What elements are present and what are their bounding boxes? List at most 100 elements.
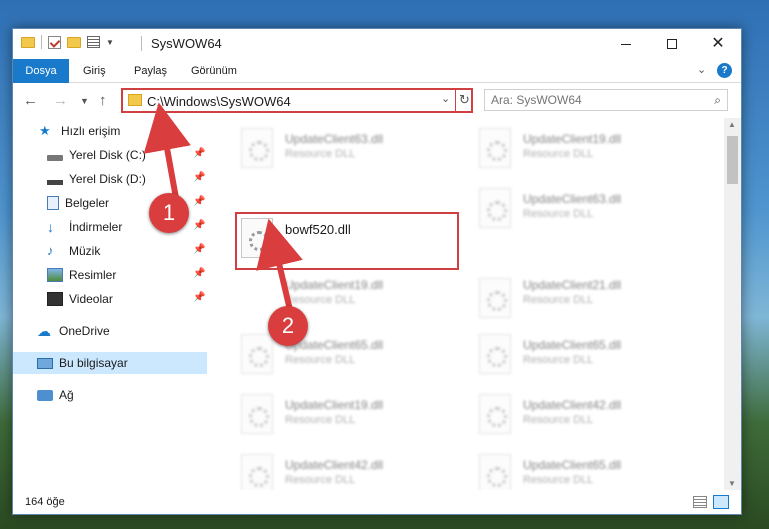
dll-file-icon xyxy=(479,394,511,434)
sidebar-item-label: Resimler xyxy=(69,268,117,282)
file-tile[interactable]: UpdateClient65.dll Resource DLL xyxy=(471,448,701,490)
sidebar-item-disk-c[interactable]: Yerel Disk (C:) 📌 xyxy=(13,144,207,166)
close-button[interactable]: ✕ xyxy=(695,29,741,59)
pin-icon[interactable]: 📌 xyxy=(193,268,205,279)
forward-arrow-icon[interactable]: → xyxy=(53,92,68,109)
search-input[interactable] xyxy=(491,93,691,107)
help-icon[interactable]: ? xyxy=(717,63,732,78)
scroll-down-icon[interactable]: ▼ xyxy=(728,479,736,488)
file-tile[interactable]: UpdateClient21.dll Resource DLL xyxy=(471,242,701,318)
tab-view[interactable]: Görünüm xyxy=(179,59,249,83)
dll-file-icon xyxy=(479,188,511,228)
pin-icon[interactable]: 📌 xyxy=(193,172,205,183)
scroll-up-icon[interactable]: ▲ xyxy=(728,120,736,129)
toolbar-divider xyxy=(41,35,42,49)
expand-ribbon-icon[interactable]: ⌄ xyxy=(697,63,706,76)
network-icon xyxy=(37,389,53,401)
explorer-window: ▼ SysWOW64 ✕ Dosya Giriş Paylaş Görünüm … xyxy=(12,28,742,515)
drive-icon xyxy=(47,155,63,161)
star-icon: ★ xyxy=(39,123,51,138)
sidebar-item-network[interactable]: Ağ xyxy=(13,384,207,406)
properties-icon[interactable] xyxy=(87,36,100,48)
sidebar-item-label: Hızlı erişim xyxy=(61,124,121,138)
file-tile[interactable]: UpdateClient65.dll Resource DLL xyxy=(233,328,463,384)
maximize-button[interactable] xyxy=(649,29,695,59)
address-path[interactable]: C:\Windows\SysWOW64 xyxy=(147,94,291,109)
tab-file[interactable]: Dosya xyxy=(13,59,69,83)
pin-icon[interactable]: 📌 xyxy=(193,244,205,255)
file-name: UpdateClient65.dll xyxy=(523,338,622,352)
file-name: UpdateClient19.dll xyxy=(523,132,622,146)
quick-access-toolbar: ▼ xyxy=(21,35,114,49)
sidebar-item-label: Yerel Disk (D:) xyxy=(69,172,146,186)
file-type: Resource DLL xyxy=(285,148,356,160)
sidebar-item-label: İndirmeler xyxy=(69,220,123,234)
dll-file-icon xyxy=(479,334,511,374)
sidebar-item-music[interactable]: ♪ Müzik 📌 xyxy=(13,240,207,262)
recent-locations-icon[interactable]: ▼ xyxy=(80,96,89,106)
dll-file-icon xyxy=(241,334,273,374)
file-type: Resource DLL xyxy=(285,354,356,366)
tiles-view-icon[interactable] xyxy=(713,495,729,509)
sidebar-item-onedrive[interactable]: ☁ OneDrive xyxy=(13,320,207,342)
window-title: SysWOW64 xyxy=(151,36,222,51)
sidebar-item-videos[interactable]: Videolar 📌 xyxy=(13,288,207,310)
sidebar-item-this-pc[interactable]: Bu bilgisayar xyxy=(13,352,207,374)
file-name: UpdateClient19.dll xyxy=(285,398,384,412)
scroll-thumb[interactable] xyxy=(727,136,738,184)
dll-file-icon xyxy=(479,454,511,490)
pin-icon[interactable]: 📌 xyxy=(193,292,205,303)
dll-file-icon xyxy=(479,128,511,168)
cloud-icon: ☁ xyxy=(37,323,51,339)
pin-icon[interactable]: 📌 xyxy=(193,220,205,231)
new-folder-icon[interactable] xyxy=(67,36,81,48)
file-tile[interactable]: UpdateClient42.dll Resource DLL xyxy=(471,388,701,444)
dll-file-icon xyxy=(479,278,511,318)
pin-icon[interactable]: 📌 xyxy=(193,148,205,159)
navigation-row: ← → ▼ ↑ C:\Windows\SysWOW64 ⌄ ↻ ⌕ xyxy=(13,84,741,118)
video-icon xyxy=(47,292,63,306)
file-type: Resource DLL xyxy=(523,208,594,220)
minimize-button[interactable] xyxy=(603,29,649,59)
details-view-icon[interactable] xyxy=(693,496,707,508)
item-count: 164 öğe xyxy=(25,496,65,508)
back-arrow-icon[interactable]: ← xyxy=(23,92,38,109)
folder-icon[interactable] xyxy=(21,36,35,48)
sidebar-item-pictures[interactable]: Resimler 📌 xyxy=(13,264,207,286)
sidebar-item-disk-d[interactable]: Yerel Disk (D:) 📌 xyxy=(13,168,207,190)
file-type: Resource DLL xyxy=(285,414,356,426)
tab-home[interactable]: Giriş xyxy=(71,59,118,83)
file-name: UpdateClient63.dll xyxy=(285,132,384,146)
sidebar-item-label: OneDrive xyxy=(59,324,110,338)
file-tile[interactable]: UpdateClient19.dll Resource DLL xyxy=(233,388,463,444)
sidebar-item-label: Videolar xyxy=(69,292,113,306)
file-name: UpdateClient19.dll xyxy=(285,278,384,292)
documents-icon xyxy=(47,196,59,210)
file-tile[interactable]: UpdateClient42.dll Resource DLL xyxy=(233,448,463,490)
address-bar[interactable]: C:\Windows\SysWOW64 ⌄ ↻ xyxy=(121,88,473,113)
properties-check-icon[interactable] xyxy=(48,35,61,49)
file-tile[interactable]: UpdateClient65.dll Resource DLL xyxy=(471,328,701,384)
refresh-icon[interactable]: ↻ xyxy=(459,92,470,108)
file-type: Resource DLL xyxy=(523,294,594,306)
file-tile[interactable]: UpdateClient63.dll Resource DLL xyxy=(471,182,701,238)
up-arrow-icon[interactable]: ↑ xyxy=(99,92,107,109)
file-tile[interactable]: UpdateClient19.dll Resource DLL xyxy=(233,242,463,306)
vertical-scrollbar[interactable]: ▲ ▼ xyxy=(724,118,741,490)
file-type: Resource DLL xyxy=(523,148,594,160)
sidebar-item-quick-access[interactable]: ★ Hızlı erişim xyxy=(13,120,207,142)
search-icon[interactable]: ⌕ xyxy=(714,93,721,108)
tab-share[interactable]: Paylaş xyxy=(122,59,179,83)
address-dropdown-icon[interactable]: ⌄ xyxy=(441,92,450,105)
computer-icon xyxy=(37,357,53,369)
customize-toolbar-icon[interactable]: ▼ xyxy=(106,38,114,47)
title-bar: ▼ SysWOW64 ✕ xyxy=(13,29,741,59)
file-tile[interactable]: UpdateClient19.dll Resource DLL xyxy=(471,122,701,178)
sidebar-item-label: Bu bilgisayar xyxy=(59,356,128,370)
sidebar-item-label: Yerel Disk (C:) xyxy=(69,148,146,162)
sidebar-item-label: Ağ xyxy=(59,388,74,402)
file-tile[interactable]: UpdateClient63.dll Resource DLL xyxy=(233,122,463,178)
search-box[interactable]: ⌕ xyxy=(484,89,728,111)
pin-icon[interactable]: 📌 xyxy=(193,196,205,207)
file-name: UpdateClient21.dll xyxy=(523,278,622,292)
